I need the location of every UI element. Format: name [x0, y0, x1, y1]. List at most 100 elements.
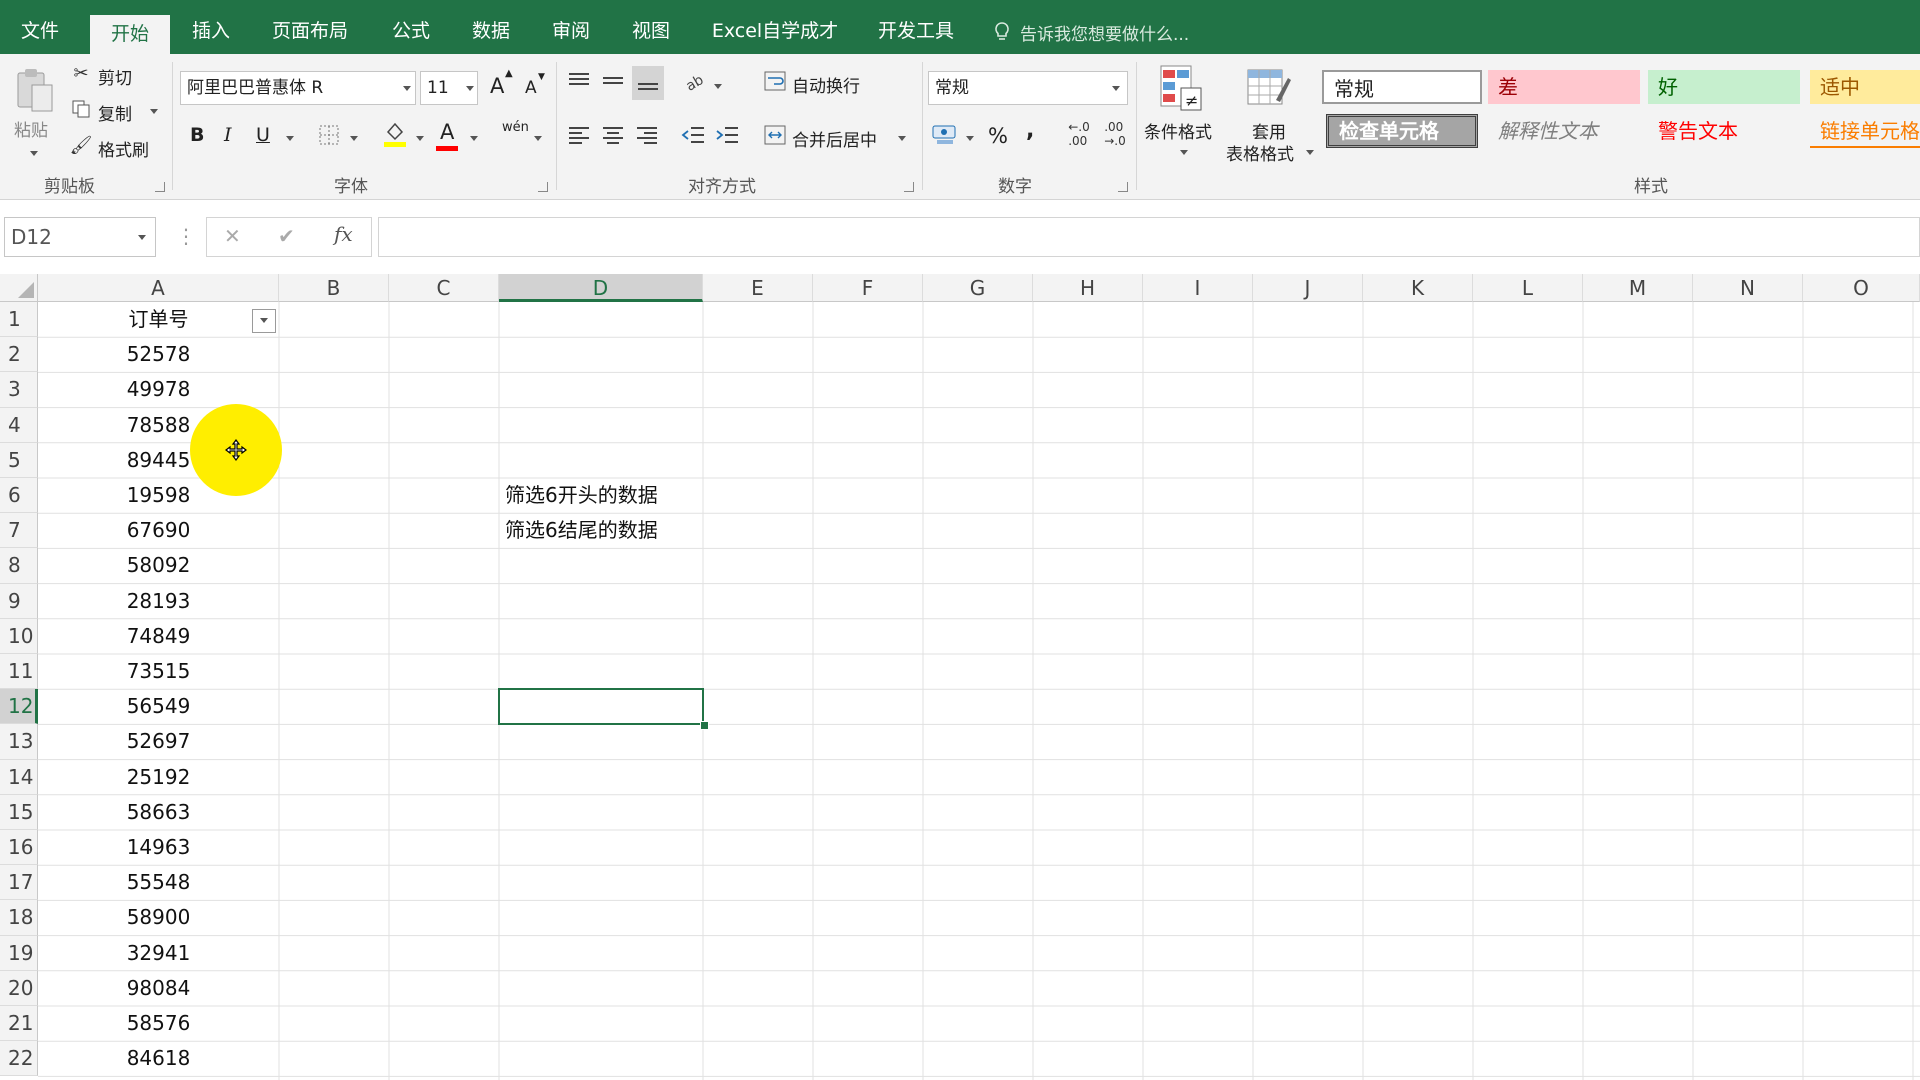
- row-header[interactable]: 11: [0, 654, 38, 690]
- merge-center-icon[interactable]: [762, 122, 788, 148]
- style-normal[interactable]: 常规: [1322, 70, 1482, 104]
- fill-handle[interactable]: [700, 721, 709, 730]
- cell-a[interactable]: 49978: [38, 372, 279, 407]
- percent-style-button[interactable]: %: [988, 124, 1008, 148]
- font-color-dropdown-icon[interactable]: [470, 136, 478, 141]
- filter-dropdown-button[interactable]: [252, 309, 276, 333]
- column-header-l[interactable]: L: [1473, 274, 1583, 302]
- copy-icon[interactable]: [70, 98, 92, 120]
- column-header-m[interactable]: M: [1583, 274, 1693, 302]
- tab-view[interactable]: 视图: [620, 8, 682, 54]
- row-header[interactable]: 3: [0, 372, 38, 408]
- style-bad[interactable]: 差: [1488, 70, 1640, 104]
- tab-file[interactable]: 文件: [0, 8, 80, 54]
- cell-a[interactable]: 14963: [38, 830, 279, 865]
- cell-a[interactable]: 28193: [38, 584, 279, 619]
- cell-a[interactable]: 58092: [38, 548, 279, 583]
- row-header[interactable]: 15: [0, 794, 38, 830]
- select-all-button[interactable]: [0, 274, 38, 302]
- font-name-dropdown-icon[interactable]: [403, 86, 411, 91]
- tab-insert[interactable]: 插入: [180, 8, 242, 54]
- cell-a[interactable]: 52697: [38, 724, 279, 759]
- orientation-dropdown-icon[interactable]: [714, 84, 722, 89]
- borders-dropdown-icon[interactable]: [350, 136, 358, 141]
- merge-center-button[interactable]: 合并后居中: [792, 126, 877, 151]
- column-header-c[interactable]: C: [389, 274, 499, 302]
- conditional-dropdown-icon[interactable]: [1180, 150, 1188, 155]
- row-header[interactable]: 9: [0, 583, 38, 619]
- conditional-formatting-icon[interactable]: ≠: [1158, 64, 1204, 112]
- row-header[interactable]: 2: [0, 337, 38, 373]
- row-header[interactable]: 20: [0, 970, 38, 1006]
- cell-d-row6[interactable]: 筛选6开头的数据: [505, 478, 658, 513]
- column-header-d[interactable]: D: [499, 274, 703, 302]
- number-launcher-icon[interactable]: [1118, 182, 1128, 192]
- style-explanatory[interactable]: 解释性文本: [1488, 114, 1640, 148]
- style-neutral[interactable]: 适中: [1810, 70, 1920, 104]
- format-painter-button[interactable]: 格式刷: [98, 136, 149, 161]
- tab-page-layout[interactable]: 页面布局: [262, 8, 358, 54]
- borders-icon[interactable]: [318, 124, 340, 146]
- style-warning[interactable]: 警告文本: [1648, 114, 1800, 148]
- name-box[interactable]: D12: [4, 217, 156, 257]
- format-as-table-icon[interactable]: [1246, 64, 1292, 112]
- align-top-icon[interactable]: [566, 68, 592, 94]
- align-bottom-icon[interactable]: [632, 66, 664, 100]
- row-header[interactable]: 22: [0, 1041, 38, 1077]
- paste-label[interactable]: 粘贴: [14, 116, 48, 141]
- font-launcher-icon[interactable]: [538, 182, 548, 192]
- number-format-select[interactable]: 常规: [928, 71, 1128, 105]
- style-good[interactable]: 好: [1648, 70, 1800, 104]
- column-header-n[interactable]: N: [1693, 274, 1803, 302]
- accounting-format-icon[interactable]: [930, 120, 960, 148]
- row-header[interactable]: 21: [0, 1006, 38, 1042]
- fill-color-dropdown-icon[interactable]: [416, 136, 424, 141]
- fill-color-icon[interactable]: [382, 120, 408, 148]
- column-header-h[interactable]: H: [1033, 274, 1143, 302]
- row-header[interactable]: 8: [0, 548, 38, 584]
- name-box-dropdown-icon[interactable]: [138, 235, 146, 240]
- tab-formulas[interactable]: 公式: [380, 8, 442, 54]
- font-size-dropdown-icon[interactable]: [466, 86, 474, 91]
- grow-font-button[interactable]: A: [490, 74, 504, 98]
- increase-indent-icon[interactable]: [714, 122, 740, 148]
- decrease-decimal-icon[interactable]: .00 →.0: [1100, 120, 1130, 148]
- comma-style-button[interactable]: ,: [1026, 118, 1034, 143]
- row-header[interactable]: 16: [0, 830, 38, 866]
- column-header-k[interactable]: K: [1363, 274, 1473, 302]
- row-header[interactable]: 17: [0, 865, 38, 901]
- column-header-g[interactable]: G: [923, 274, 1033, 302]
- column-header-f[interactable]: F: [813, 274, 923, 302]
- column-header-o[interactable]: O: [1803, 274, 1920, 302]
- format-as-table-label-2[interactable]: 表格格式: [1226, 140, 1294, 165]
- cell-a[interactable]: 98084: [38, 971, 279, 1006]
- column-header-j[interactable]: J: [1253, 274, 1363, 302]
- align-right-icon[interactable]: [634, 122, 660, 148]
- row-header[interactable]: 13: [0, 724, 38, 760]
- merge-dropdown-icon[interactable]: [898, 136, 906, 141]
- cell-d-row7[interactable]: 筛选6结尾的数据: [505, 513, 658, 548]
- tab-excel-self-learn[interactable]: Excel自学成才: [705, 8, 845, 54]
- style-linked-cell[interactable]: 链接单元格: [1810, 114, 1920, 148]
- cell-a[interactable]: 25192: [38, 760, 279, 795]
- column-header-b[interactable]: B: [279, 274, 389, 302]
- copy-button[interactable]: 复制: [98, 100, 132, 125]
- enter-icon[interactable]: ✔: [278, 224, 295, 248]
- scissors-icon[interactable]: ✂: [70, 62, 92, 84]
- active-cell-d12[interactable]: [498, 688, 704, 725]
- cell-a[interactable]: 56549: [38, 689, 279, 724]
- bold-button[interactable]: B: [190, 124, 204, 146]
- accounting-dropdown-icon[interactable]: [966, 136, 974, 141]
- tab-developer[interactable]: 开发工具: [868, 8, 964, 54]
- cell-a[interactable]: 73515: [38, 654, 279, 689]
- format-painter-icon[interactable]: 🖌: [70, 134, 93, 156]
- style-check-cell[interactable]: 检查单元格: [1326, 114, 1478, 148]
- insert-function-icon[interactable]: fx: [334, 222, 353, 246]
- decrease-indent-icon[interactable]: [680, 122, 706, 148]
- underline-dropdown-icon[interactable]: [286, 136, 294, 141]
- wrap-text-button[interactable]: 自动换行: [792, 72, 860, 97]
- row-header[interactable]: 6: [0, 478, 38, 514]
- paste-dropdown-icon[interactable]: [30, 151, 38, 156]
- column-header-e[interactable]: E: [703, 274, 813, 302]
- row-header[interactable]: 18: [0, 900, 38, 936]
